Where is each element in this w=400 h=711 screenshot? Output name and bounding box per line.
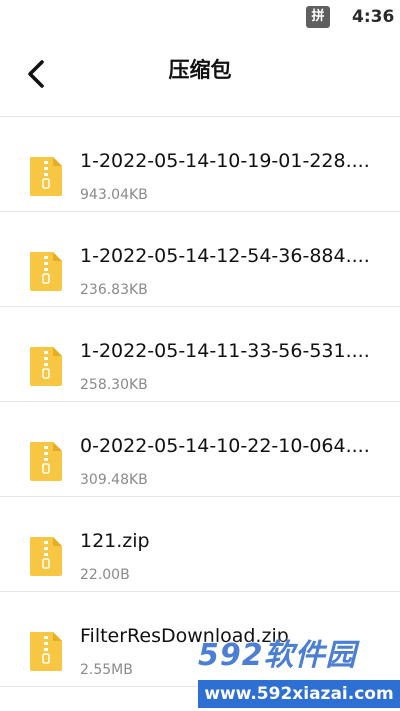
- file-row[interactable]: 1-2022-05-14-12-54-36-884.... 236.83KB: [0, 212, 400, 307]
- zip-file-icon: [30, 157, 62, 196]
- zip-file-icon: [30, 252, 62, 291]
- ime-indicator-icon: 拼: [306, 6, 330, 28]
- file-name: 1-2022-05-14-10-19-01-228....: [80, 150, 370, 172]
- file-size: 236.83KB: [80, 282, 148, 298]
- file-name: 121.zip: [80, 530, 150, 552]
- file-size: 258.30KB: [80, 377, 148, 393]
- file-size: 309.48KB: [80, 472, 148, 488]
- watermark-logo: 592软件园: [198, 638, 357, 673]
- file-name: 0-2022-05-14-10-22-10-064....: [80, 435, 370, 457]
- app-header: 压缩包: [0, 34, 400, 117]
- file-list: 1-2022-05-14-10-19-01-228.... 943.04KB 1…: [0, 117, 400, 687]
- file-row[interactable]: 1-2022-05-14-11-33-56-531.... 258.30KB: [0, 307, 400, 402]
- back-button[interactable]: [18, 54, 58, 94]
- file-size: 22.00B: [80, 567, 130, 583]
- status-clock: 4:36: [352, 7, 395, 27]
- site-watermark: 592软件园 www.592xiazai.com: [198, 636, 400, 711]
- file-name: 1-2022-05-14-12-54-36-884....: [80, 245, 370, 267]
- watermark-url: www.592xiazai.com: [198, 680, 400, 708]
- zip-file-icon: [30, 442, 62, 481]
- file-name: 1-2022-05-14-11-33-56-531....: [80, 340, 370, 362]
- file-size: 943.04KB: [80, 187, 148, 203]
- file-row[interactable]: 0-2022-05-14-10-22-10-064.... 309.48KB: [0, 402, 400, 497]
- page-title: 压缩包: [168, 58, 232, 82]
- status-bar: 拼 4:36: [0, 0, 400, 34]
- zip-file-icon: [30, 632, 62, 671]
- chevron-left-icon: [28, 60, 44, 88]
- zip-file-icon: [30, 537, 62, 576]
- file-size: 2.55MB: [80, 662, 133, 678]
- zip-file-icon: [30, 347, 62, 386]
- file-row[interactable]: 121.zip 22.00B: [0, 497, 400, 592]
- file-row[interactable]: 1-2022-05-14-10-19-01-228.... 943.04KB: [0, 117, 400, 212]
